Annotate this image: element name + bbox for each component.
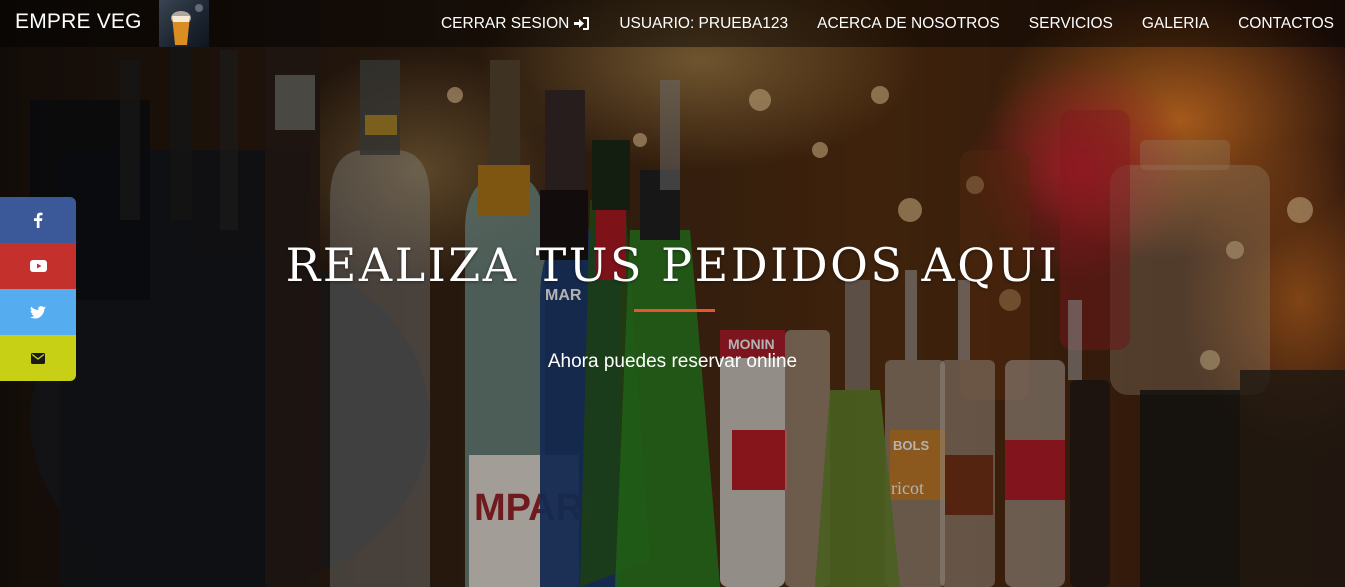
nav-logout[interactable]: CERRAR SESION [441,15,590,33]
nav-services[interactable]: SERVICIOS [1029,15,1113,33]
hero-section: MPARI MAR MONIN BOLS ricot EMPRE VEG CER… [0,0,1345,587]
nav-contacts[interactable]: CONTACTOS [1238,15,1334,33]
title-divider [634,309,715,312]
nav-about-label: ACERCA DE NOSOTROS [817,14,1000,32]
twitter-icon [30,305,46,318]
brand-logo-image[interactable] [159,0,209,47]
facebook-icon [34,212,43,228]
hero-title: REALIZA TUS PEDIDOS AQUI [285,238,1060,292]
twitter-button[interactable] [0,289,76,335]
nav-menu: CERRAR SESION USUARIO: PRUEBA123 ACERCA … [441,0,1334,47]
nav-services-label: SERVICIOS [1028,14,1113,32]
nav-gallery[interactable]: GALERIA [1142,15,1209,33]
background-overlay [0,0,1345,587]
nav-user[interactable]: USUARIO: PRUEBA123 [619,15,788,33]
hero-subtitle: Ahora puedes reservar online [547,351,798,372]
beer-glass-logo-icon [171,4,203,45]
facebook-button[interactable] [0,197,76,243]
sign-in-icon [574,17,590,30]
top-navbar: EMPRE VEG CERRAR SESION USUARIO: PRUEBA1… [0,0,1345,47]
nav-logout-label: CERRAR SESION [440,14,570,32]
brand-name[interactable]: EMPRE VEG [15,10,142,34]
nav-gallery-label: GALERIA [1141,14,1210,32]
nav-about[interactable]: ACERCA DE NOSOTROS [817,15,1000,33]
nav-contacts-label: CONTACTOS [1238,14,1334,32]
nav-user-label: USUARIO: PRUEBA123 [619,14,789,32]
